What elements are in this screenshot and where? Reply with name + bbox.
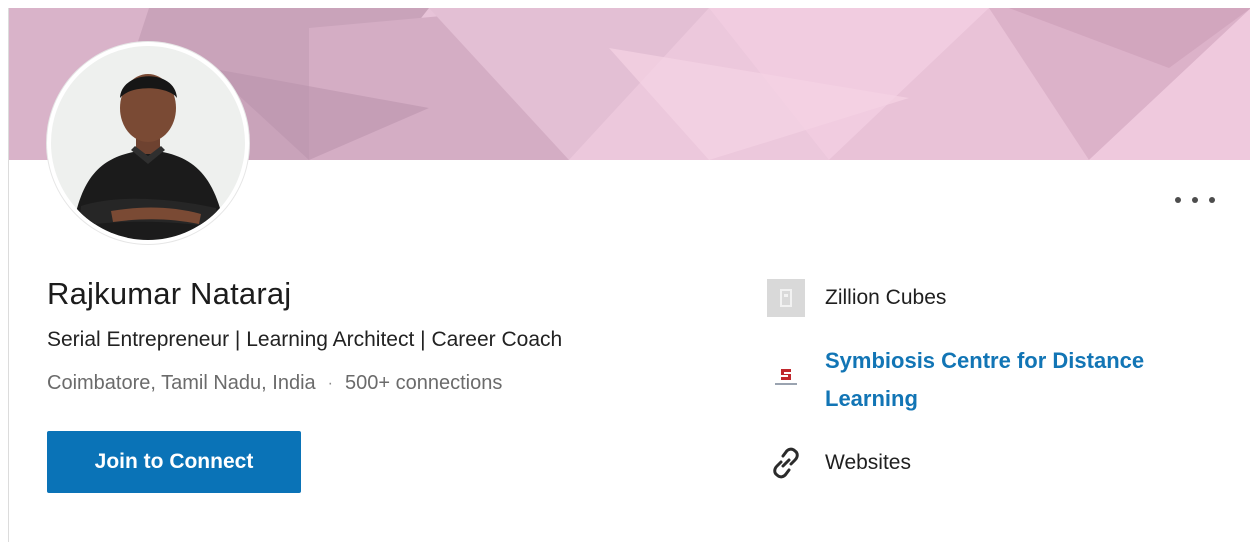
profile-meta: Coimbatore, Tamil Nadu, India · 500+ con…: [47, 372, 502, 395]
profile-card: Rajkumar Nataraj Serial Entrepreneur | L…: [8, 8, 1250, 542]
more-horizontal-icon-dot: [1175, 197, 1181, 203]
avatar-photo: [51, 46, 245, 240]
profile-name: Rajkumar Nataraj: [47, 276, 292, 311]
more-horizontal-icon-dot: [1192, 197, 1198, 203]
education-school[interactable]: Symbiosis Centre for Distance Learning: [767, 342, 1205, 418]
profile-location: Coimbatore, Tamil Nadu, India: [47, 372, 316, 394]
school-logo-icon: [767, 356, 805, 394]
websites-item[interactable]: Websites: [767, 444, 911, 482]
profile-connections: 500+ connections: [344, 372, 503, 394]
company-logo-placeholder-icon: [767, 279, 805, 317]
meta-separator: ·: [327, 374, 333, 392]
profile-avatar[interactable]: [47, 42, 249, 244]
profile-headline: Serial Entrepreneur | Learning Architect…: [47, 328, 563, 351]
link-icon: [767, 444, 805, 482]
websites-label: Websites: [825, 451, 911, 474]
more-horizontal-icon-dot: [1209, 197, 1215, 203]
current-company[interactable]: Zillion Cubes: [767, 279, 946, 317]
more-options-button[interactable]: [1175, 192, 1215, 208]
school-link[interactable]: Symbiosis Centre for Distance Learning: [825, 342, 1205, 418]
join-to-connect-button[interactable]: Join to Connect: [47, 431, 301, 493]
company-name: Zillion Cubes: [825, 286, 947, 309]
